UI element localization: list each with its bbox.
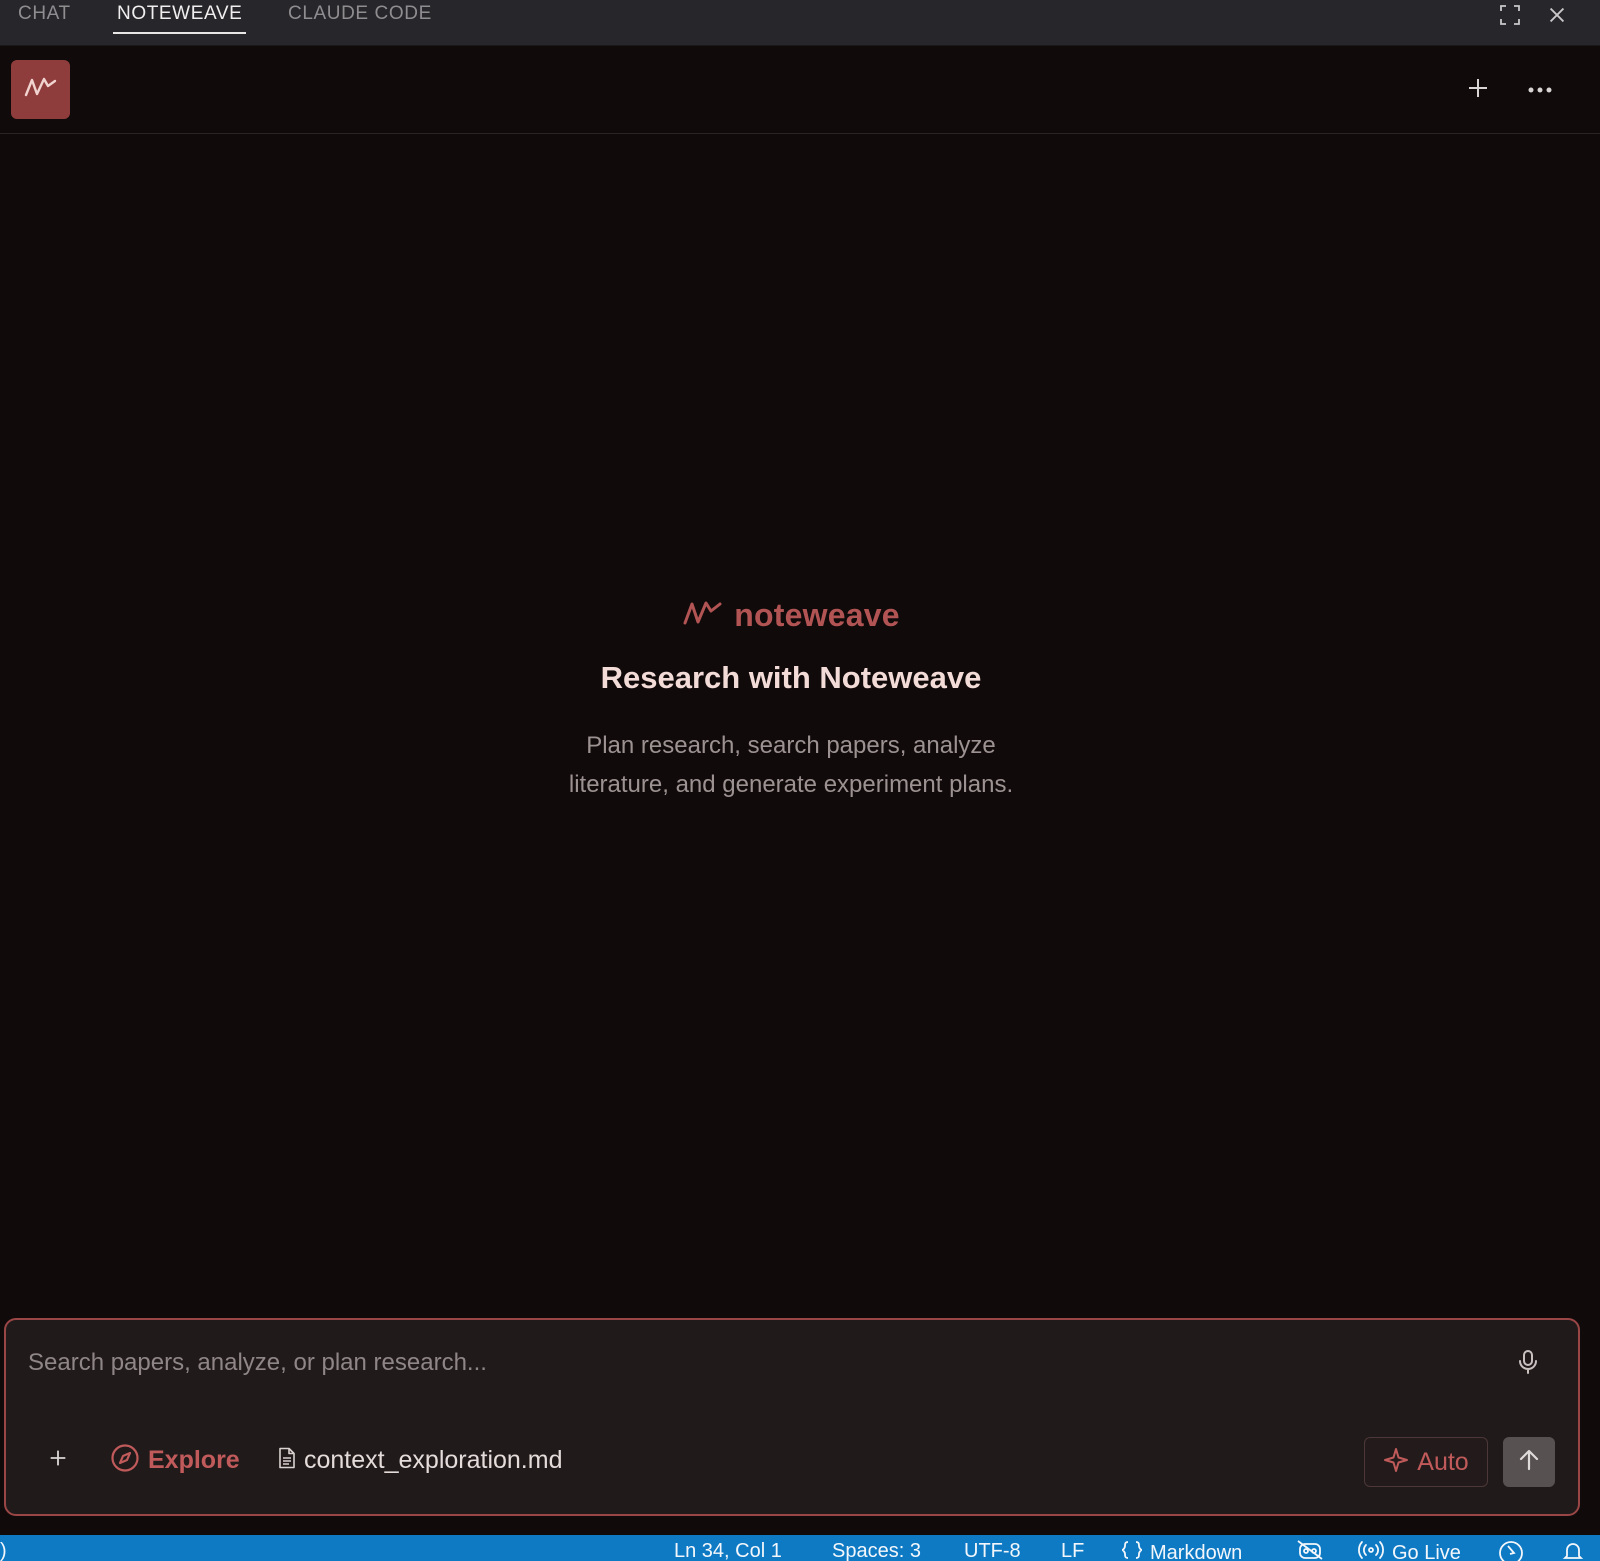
explore-label: Explore [148,1445,240,1474]
brand-wordmark: noteweave [0,590,1582,640]
close-icon[interactable] [1542,0,1572,30]
send-button[interactable] [1503,1437,1555,1487]
broadcast-icon [1356,1540,1386,1561]
explore-button[interactable]: Explore [110,1440,240,1480]
sparkle-icon [1383,1447,1409,1478]
compass-icon [110,1443,140,1478]
welcome-section: noteweave Research with Noteweave Plan r… [0,590,1582,804]
maximize-icon[interactable] [1495,0,1525,30]
context-file-label: context_exploration.md [304,1445,563,1474]
status-encoding[interactable]: UTF-8 [964,1540,1021,1561]
plus-icon [1466,76,1490,105]
context-file-chip[interactable]: context_exploration.md [278,1440,562,1480]
bell-icon [1562,1540,1584,1561]
mode-label: Auto [1417,1447,1469,1476]
arrow-up-icon [1518,1448,1540,1477]
file-icon [278,1447,296,1474]
voice-input-button[interactable] [1512,1346,1544,1382]
braces-icon [1120,1540,1144,1561]
status-language-mode[interactable]: Markdown [1120,1540,1242,1561]
noteweave-logo [11,60,70,119]
status-indentation[interactable]: Spaces: 3 [832,1540,921,1561]
brand-name: noteweave [734,596,900,633]
panel-tab-bar: CHAT NOTEWEAVE CLAUDE CODE [0,0,1600,46]
copilot-disabled-icon [1296,1540,1324,1561]
tab-noteweave[interactable]: NOTEWEAVE [112,0,247,46]
status-bar: ) Ln 34, Col 1 Spaces: 3 UTF-8 LF Markdo… [0,1535,1600,1561]
go-live-button[interactable]: Go Live [1356,1540,1461,1561]
research-input[interactable] [28,1342,1478,1384]
composer: Explore context_exploration.md Auto [4,1318,1580,1516]
plus-icon [47,1447,69,1474]
mode-selector-button[interactable]: Auto [1364,1437,1488,1487]
tab-claude-code[interactable]: CLAUDE CODE [288,0,432,46]
microphone-icon [1518,1349,1538,1380]
copilot-status[interactable] [1296,1540,1324,1561]
tab-chat[interactable]: CHAT [18,0,71,46]
language-label: Markdown [1150,1541,1243,1561]
welcome-subtitle: Plan research, search papers, analyze li… [568,732,1014,798]
noteweave-wave-icon [682,598,724,633]
go-live-label: Go Live [1392,1541,1461,1561]
account-status[interactable] [1498,1540,1524,1561]
notifications-status[interactable] [1562,1540,1584,1561]
status-cursor-position[interactable]: Ln 34, Col 1 [674,1540,782,1561]
new-conversation-button[interactable] [1460,72,1496,108]
panel-header [0,46,1600,134]
welcome-title: Research with Noteweave [600,660,982,695]
status-eol[interactable]: LF [1061,1540,1084,1561]
more-options-button[interactable] [1522,72,1558,108]
add-context-button[interactable] [38,1440,78,1480]
more-horizontal-icon [1527,81,1553,99]
noteweave-wave-icon [23,73,59,106]
account-icon [1498,1540,1524,1561]
status-left-item[interactable]: ) [0,1540,7,1561]
